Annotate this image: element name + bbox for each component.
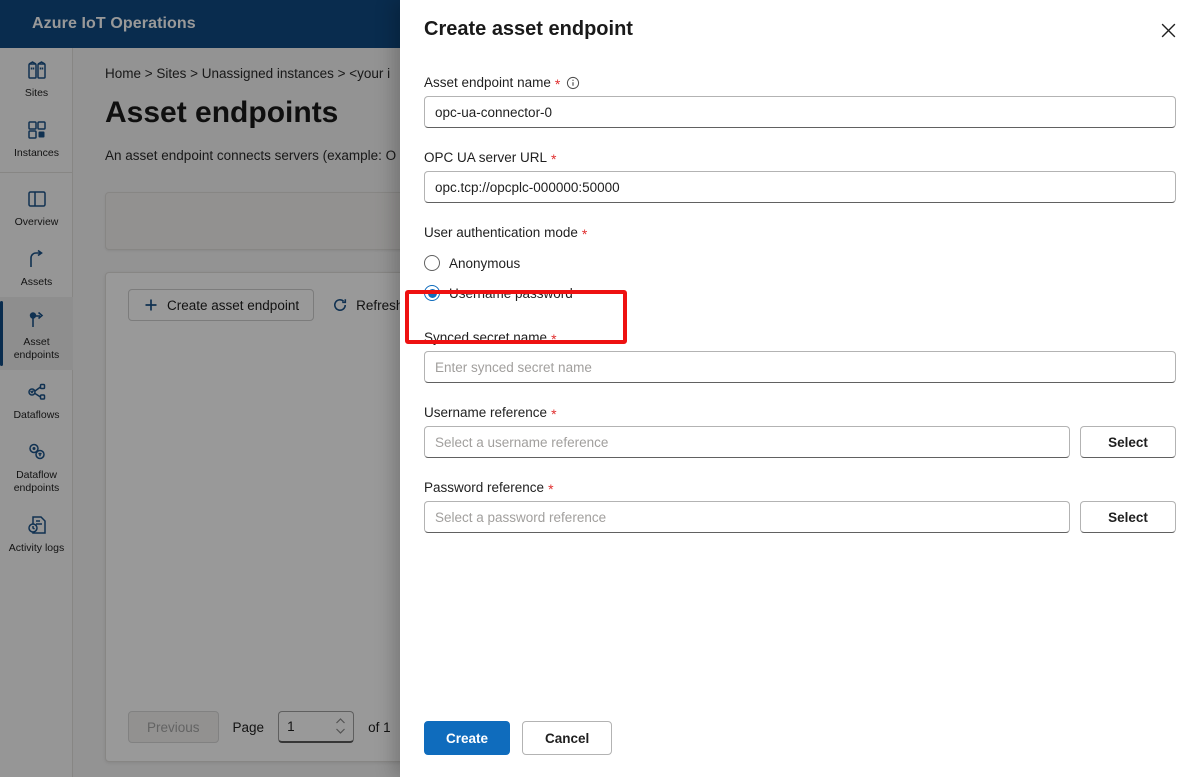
app-title: Azure IoT Operations bbox=[32, 15, 196, 32]
field-password-reference: Password reference * Select bbox=[424, 480, 1176, 533]
breadcrumb[interactable]: Home > Sites > Unassigned instances > <y… bbox=[105, 66, 390, 81]
plus-icon bbox=[143, 297, 159, 313]
create-asset-endpoint-panel: Create asset endpoint Asset endpoint nam… bbox=[400, 0, 1200, 777]
sidebar-item-sites[interactable]: Sites bbox=[0, 48, 73, 108]
radio-label: Username password bbox=[449, 285, 573, 301]
sidebar-item-label: Sites bbox=[24, 87, 49, 99]
screen-root: Azure IoT Operations Sites Instances Ove… bbox=[0, 0, 1200, 777]
required-asterisk: * bbox=[551, 405, 557, 422]
required-asterisk: * bbox=[581, 225, 588, 242]
synced-secret-name-input[interactable] bbox=[424, 351, 1176, 383]
radio-option-anonymous[interactable]: Anonymous bbox=[424, 248, 1176, 278]
field-label-row: Username reference * bbox=[424, 405, 1176, 422]
password-reference-label: Password reference bbox=[424, 480, 545, 495]
user-auth-mode-label: User authentication mode bbox=[424, 225, 578, 240]
activity-logs-icon bbox=[25, 513, 49, 537]
field-label-row: Password reference * bbox=[424, 480, 1176, 497]
dataflows-icon bbox=[25, 380, 49, 404]
chevron-down-icon bbox=[336, 728, 345, 734]
sidebar-item-label: Overview bbox=[14, 216, 59, 228]
card-toolbar: Create asset endpoint Refresh bbox=[128, 289, 407, 321]
assets-icon bbox=[25, 247, 49, 271]
nav-divider bbox=[0, 172, 72, 173]
info-icon[interactable] bbox=[566, 76, 580, 90]
panel-body: Asset endpoint name * OPC UA server UR bbox=[400, 45, 1200, 721]
field-user-authentication-mode: User authentication mode * Anonymous Use… bbox=[424, 225, 1176, 308]
asset-endpoint-name-label: Asset endpoint name bbox=[424, 75, 551, 90]
opc-ua-server-url-label: OPC UA server URL bbox=[424, 150, 548, 165]
sidebar-item-label: Asset endpoints bbox=[13, 336, 60, 361]
left-navigation: Sites Instances Overview Assets Asset en… bbox=[0, 48, 73, 777]
sidebar-item-overview[interactable]: Overview bbox=[0, 177, 73, 237]
username-reference-input[interactable] bbox=[424, 426, 1070, 458]
cancel-button[interactable]: Cancel bbox=[522, 721, 613, 755]
create-asset-endpoint-label: Create asset endpoint bbox=[167, 297, 300, 313]
sidebar-item-activity-logs[interactable]: Activity logs bbox=[0, 503, 73, 563]
refresh-button[interactable]: Refresh bbox=[328, 289, 407, 321]
radio-button-checked-icon bbox=[424, 285, 440, 301]
password-reference-input[interactable] bbox=[424, 501, 1070, 533]
sidebar-item-label: Instances bbox=[14, 147, 59, 159]
chevron-up-icon bbox=[336, 718, 345, 724]
create-asset-endpoint-button[interactable]: Create asset endpoint bbox=[128, 289, 315, 321]
page-total-label: of 1 bbox=[368, 719, 391, 735]
overview-icon bbox=[25, 187, 49, 211]
create-button[interactable]: Create bbox=[424, 721, 511, 755]
close-button[interactable] bbox=[1152, 14, 1184, 46]
username-reference-row: Select bbox=[424, 426, 1176, 458]
opc-ua-server-url-input[interactable] bbox=[424, 171, 1176, 203]
sites-icon bbox=[25, 58, 49, 82]
refresh-icon bbox=[332, 297, 348, 313]
password-reference-select-button[interactable]: Select bbox=[1080, 501, 1176, 533]
sidebar-item-dataflows[interactable]: Dataflows bbox=[0, 370, 73, 430]
panel-header: Create asset endpoint bbox=[400, 0, 1200, 45]
username-reference-label: Username reference bbox=[424, 405, 548, 420]
required-asterisk: * bbox=[548, 480, 554, 497]
field-asset-endpoint-name: Asset endpoint name * bbox=[424, 75, 1176, 128]
sidebar-item-label: Dataflow endpoints bbox=[13, 469, 60, 494]
close-icon bbox=[1160, 22, 1177, 39]
asset-endpoint-name-input[interactable] bbox=[424, 96, 1176, 128]
sidebar-item-assets[interactable]: Assets bbox=[0, 237, 73, 297]
refresh-label: Refresh bbox=[356, 297, 404, 313]
field-label-row: Synced secret name * bbox=[424, 330, 1176, 347]
radio-label: Anonymous bbox=[449, 255, 521, 271]
synced-secret-name-label: Synced secret name bbox=[424, 330, 548, 345]
sidebar-item-label: Dataflows bbox=[13, 409, 60, 421]
page-description: An asset endpoint connects servers (exam… bbox=[105, 148, 397, 163]
sidebar-item-instances[interactable]: Instances bbox=[0, 108, 73, 168]
previous-page-button[interactable]: Previous bbox=[128, 711, 219, 743]
dataflow-endpoints-icon bbox=[25, 440, 49, 464]
field-synced-secret-name: Synced secret name * bbox=[424, 330, 1176, 383]
required-asterisk: * bbox=[551, 150, 557, 167]
pagination: Previous Page of 1 bbox=[128, 711, 391, 743]
panel-footer: Create Cancel bbox=[400, 721, 1200, 777]
sidebar-item-asset-endpoints[interactable]: Asset endpoints bbox=[0, 297, 73, 370]
field-label-row: User authentication mode * bbox=[424, 225, 1176, 242]
field-label-row: OPC UA server URL * bbox=[424, 150, 1176, 167]
page-number-input[interactable] bbox=[285, 718, 330, 735]
panel-title: Create asset endpoint bbox=[424, 18, 633, 40]
asset-endpoints-icon bbox=[25, 307, 49, 331]
sidebar-item-label: Assets bbox=[20, 276, 53, 288]
radio-option-username-password[interactable]: Username password bbox=[424, 278, 1176, 308]
instances-icon bbox=[25, 118, 49, 142]
page-number-stepper[interactable] bbox=[278, 711, 355, 743]
required-asterisk: * bbox=[551, 330, 557, 347]
required-asterisk: * bbox=[554, 75, 561, 92]
field-opc-ua-server-url: OPC UA server URL * bbox=[424, 150, 1176, 203]
sidebar-item-dataflow-endpoints[interactable]: Dataflow endpoints bbox=[0, 430, 73, 503]
user-auth-mode-radio-group: Anonymous Username password bbox=[424, 248, 1176, 308]
password-reference-row: Select bbox=[424, 501, 1176, 533]
stepper-arrows[interactable] bbox=[335, 717, 346, 735]
field-username-reference: Username reference * Select bbox=[424, 405, 1176, 458]
sidebar-item-label: Activity logs bbox=[8, 542, 65, 554]
page-label: Page bbox=[232, 719, 265, 735]
username-reference-select-button[interactable]: Select bbox=[1080, 426, 1176, 458]
page-title: Asset endpoints bbox=[105, 96, 339, 129]
radio-button-unchecked-icon bbox=[424, 255, 440, 271]
field-label-row: Asset endpoint name * bbox=[424, 75, 1176, 92]
